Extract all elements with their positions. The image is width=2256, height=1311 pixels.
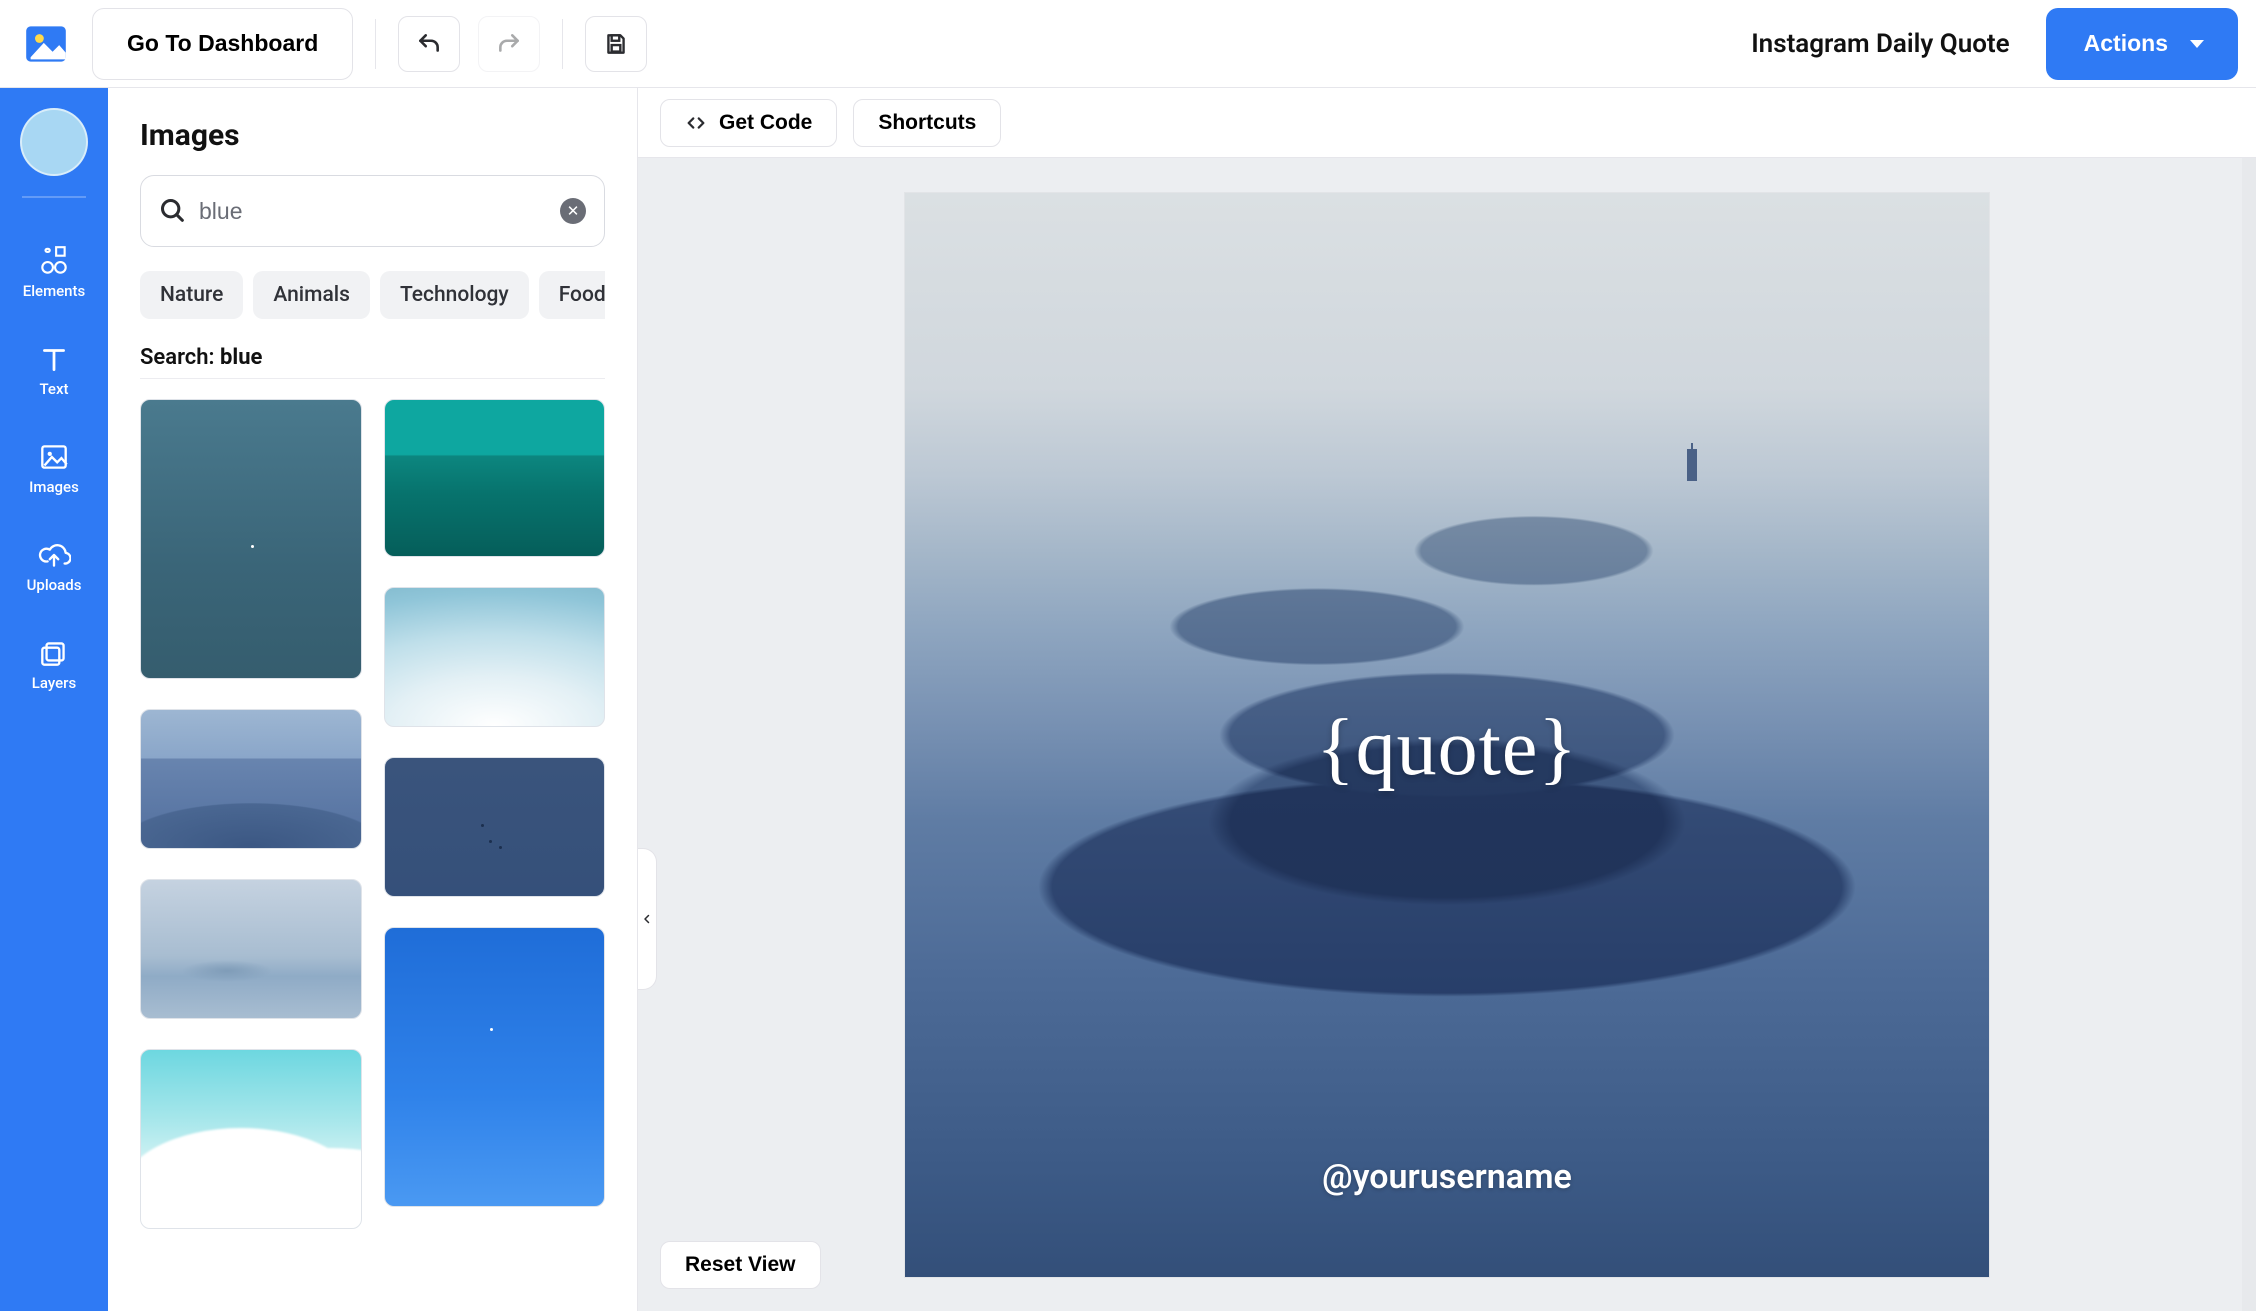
shortcuts-button[interactable]: Shortcuts (853, 99, 1001, 147)
clear-search-button[interactable]: ✕ (560, 198, 586, 224)
image-result[interactable] (140, 709, 362, 849)
image-app-icon (24, 22, 68, 66)
image-result[interactable] (140, 879, 362, 1019)
go-to-dashboard-button[interactable]: Go To Dashboard (92, 8, 353, 80)
left-rail: Elements Text Images Uploads (0, 88, 108, 1311)
cloud-upload-icon (37, 538, 71, 572)
reset-view-button[interactable]: Reset View (660, 1241, 821, 1289)
avatar[interactable] (20, 108, 88, 176)
artboard[interactable]: {quote} @yourusername (905, 193, 1989, 1277)
topbar-divider (562, 19, 563, 69)
shortcuts-label: Shortcuts (878, 111, 976, 135)
image-result[interactable] (140, 399, 362, 679)
layers-icon (37, 636, 71, 670)
workspace: Elements Text Images Uploads (0, 88, 2256, 1311)
reset-view-label: Reset View (685, 1253, 796, 1276)
image-search-field[interactable]: ✕ (140, 175, 605, 247)
category-chips: Nature Animals Technology Food (140, 271, 605, 319)
image-result[interactable] (384, 757, 606, 897)
undo-icon (416, 31, 442, 57)
sidepanel-scroll[interactable]: Images ✕ Nature Animals Technology Food (108, 88, 637, 1311)
canvas-toolbar: Get Code Shortcuts (638, 88, 2256, 158)
canvas-username-text[interactable]: @yourusername (905, 1157, 1989, 1197)
save-button[interactable] (585, 16, 647, 72)
rail-item-label: Text (39, 380, 68, 398)
image-results-grid (140, 399, 605, 1229)
image-result[interactable] (140, 1049, 362, 1229)
search-label-value: blue (220, 345, 262, 370)
redo-icon (496, 31, 522, 57)
save-icon (603, 31, 629, 57)
get-code-label: Get Code (719, 111, 812, 135)
chip-food[interactable]: Food (539, 271, 605, 319)
rail-item-label: Elements (23, 282, 86, 300)
rail-item-label: Uploads (27, 576, 82, 594)
image-result[interactable] (384, 587, 606, 727)
rail-item-text[interactable]: Text (0, 328, 108, 412)
search-input[interactable] (199, 198, 548, 225)
image-result[interactable] (384, 927, 606, 1207)
rail-item-layers[interactable]: Layers (0, 622, 108, 706)
rail-item-label: Layers (32, 674, 76, 692)
undo-button[interactable] (398, 16, 460, 72)
code-icon (685, 112, 707, 134)
actions-menu-button[interactable]: Actions (2046, 8, 2238, 80)
topbar: Go To Dashboard Instagram Daily Quote Ac… (0, 0, 2256, 88)
chevron-down-icon (2190, 40, 2204, 48)
chevron-left-icon (641, 909, 653, 929)
close-icon: ✕ (567, 202, 580, 220)
rail-divider (22, 196, 86, 198)
image-result[interactable] (384, 399, 606, 557)
masonry-col-1 (140, 399, 362, 1229)
get-code-button[interactable]: Get Code (660, 99, 837, 147)
chip-animals[interactable]: Animals (253, 271, 370, 319)
canvas-stage[interactable]: {quote} @yourusername Reset View (638, 158, 2256, 1311)
rail-item-label: Images (29, 478, 79, 496)
topbar-divider (375, 19, 376, 69)
document-title[interactable]: Instagram Daily Quote (1751, 29, 2027, 59)
rail-item-elements[interactable]: Elements (0, 230, 108, 314)
search-result-label: Search: blue (140, 345, 605, 370)
chip-nature[interactable]: Nature (140, 271, 243, 319)
results-divider (140, 378, 605, 379)
canvas-scrollbar[interactable] (2242, 158, 2256, 1311)
collapse-sidepanel-handle[interactable] (638, 848, 657, 990)
search-label-prefix: Search: (140, 345, 220, 370)
shapes-icon (37, 244, 71, 278)
canvas-quote-text[interactable]: {quote} (905, 703, 1989, 794)
text-icon (37, 342, 71, 376)
sidepanel-title: Images (140, 118, 605, 153)
actions-label: Actions (2084, 30, 2168, 57)
masonry-col-2 (384, 399, 606, 1229)
image-icon (37, 440, 71, 474)
images-sidepanel: Images ✕ Nature Animals Technology Food (108, 88, 638, 1311)
go-to-dashboard-label: Go To Dashboard (127, 30, 318, 56)
rail-item-uploads[interactable]: Uploads (0, 524, 108, 608)
chip-technology[interactable]: Technology (380, 271, 529, 319)
rail-item-images[interactable]: Images (0, 426, 108, 510)
canvas-area: Get Code Shortcuts {quote} @yourusername… (638, 88, 2256, 1311)
search-icon (159, 197, 187, 225)
redo-button[interactable] (478, 16, 540, 72)
app-logo[interactable] (18, 16, 74, 72)
